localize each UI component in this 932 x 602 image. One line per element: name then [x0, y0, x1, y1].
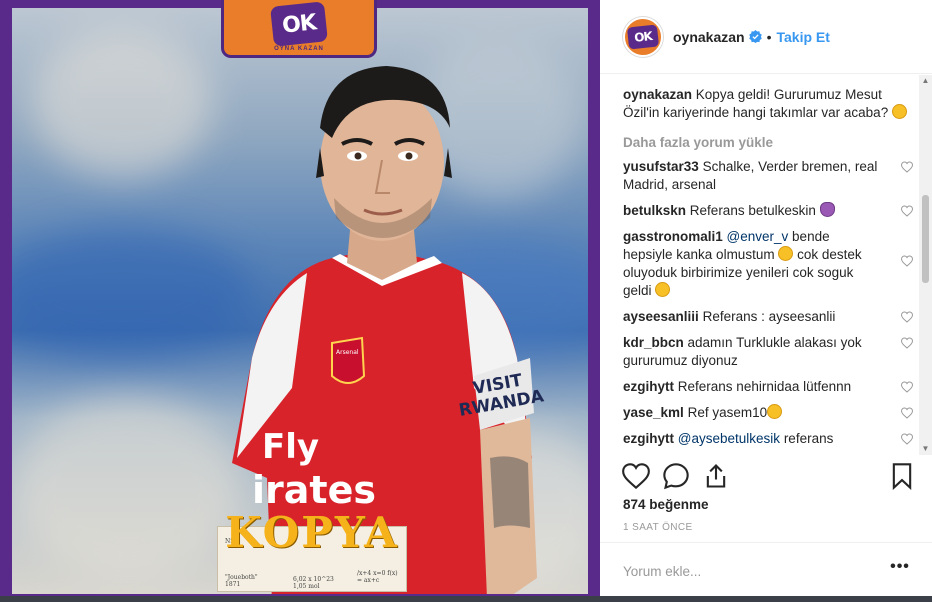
post-timestamp[interactable]: 1 saat önce: [623, 522, 693, 533]
comment-item: ayseesanliii Referans : ayseesanlii: [623, 308, 913, 326]
heart-icon[interactable]: [901, 161, 913, 173]
comment-mention[interactable]: @aysebetulkesik: [678, 431, 780, 446]
comment-item: ezgihytt @aysebetulkesik referans: [623, 430, 913, 448]
comment-item: yusufstar33 Schalke, Verder bremen, real…: [623, 158, 913, 194]
logo-mark: OK: [280, 9, 318, 38]
rofl-emoji-icon: [655, 282, 671, 297]
comment-item: gasstronomali1 @enver_v bende hepsiyle k…: [623, 228, 913, 300]
scroll-down-arrow-icon[interactable]: ▼: [919, 443, 932, 455]
scroll-up-arrow-icon[interactable]: ▲: [919, 75, 932, 87]
post-header: OK oynakazan • Takip Et: [600, 0, 932, 74]
logo-subtitle: OYNA KAZAN: [274, 45, 324, 52]
heart-icon[interactable]: [901, 311, 913, 323]
comment-username[interactable]: ezgihytt: [623, 379, 674, 394]
heart-icon[interactable]: [901, 255, 913, 267]
brand-logo: OK OYNA KAZAN: [221, 0, 377, 58]
comment-text: Referans nehirnidaa lütfennn: [677, 379, 852, 394]
more-options-button[interactable]: •••: [890, 559, 910, 578]
comment-bubble-icon[interactable]: [662, 462, 690, 490]
load-more-comments-button[interactable]: Daha fazla yorum yükle: [623, 135, 913, 150]
heart-icon[interactable]: [901, 381, 913, 393]
share-icon[interactable]: [702, 462, 730, 490]
header-username[interactable]: oynakazan: [673, 29, 745, 45]
comment-item: ezgihytt Referans nehirnidaa lütfennn: [623, 378, 913, 396]
like-heart-icon[interactable]: [622, 462, 650, 490]
svg-text:irates: irates: [252, 468, 376, 512]
post-caption: oynakazan Kopya geldi! Gururumuz Mesut Ö…: [623, 86, 913, 122]
scrollbar-thumb[interactable]: [922, 195, 929, 283]
post-actions: [622, 462, 918, 492]
comment-text: Referans betulkeskin: [689, 203, 816, 218]
heart-eyes-emoji-icon: [767, 404, 783, 419]
comment-username[interactable]: yusufstar33: [623, 159, 699, 174]
laughing-emoji-icon: [778, 246, 794, 261]
header-separator: •: [766, 28, 772, 45]
comment-item: yase_kml Ref yasem10: [623, 404, 913, 422]
avatar-logo: OK: [626, 23, 660, 50]
post-media[interactable]: VISIT RWANDA Arsenal Fly irates NSA "Jou…: [0, 0, 600, 602]
avatar[interactable]: OK: [623, 16, 663, 57]
svg-text:Arsenal: Arsenal: [336, 349, 359, 356]
comments-scrollbar[interactable]: ▲ ▼: [919, 75, 932, 455]
banner-note-right: /x+4 x=0 f(x) = ax+c: [357, 570, 398, 584]
banner-note-mid: 6,02 x 10^23 1,05 mol: [293, 576, 334, 590]
comment-username[interactable]: ezgihytt: [623, 431, 674, 446]
banner-title: KOPYA: [225, 508, 399, 557]
svg-text:Fly: Fly: [262, 427, 319, 467]
comment-text: Referans : ayseesanlii: [702, 309, 836, 324]
bookmark-icon[interactable]: [888, 462, 916, 490]
heart-icon[interactable]: [901, 433, 913, 445]
comments-list[interactable]: oynakazan Kopya geldi! Gururumuz Mesut Ö…: [623, 86, 913, 454]
heart-icon[interactable]: [901, 205, 913, 217]
kopya-banner: NSA "Joueboth" 1871 6,02 x 10^23 1,05 mo…: [197, 508, 427, 594]
logo-badge: OK: [270, 0, 328, 47]
heart-icon[interactable]: [901, 337, 913, 349]
comment-divider: [600, 542, 932, 543]
verified-badge-icon: [748, 30, 762, 43]
heart-icon[interactable]: [901, 407, 913, 419]
comment-username[interactable]: betulkskn: [623, 203, 686, 218]
comment-mention[interactable]: @enver_v: [727, 229, 789, 244]
comment-item: kdr_bbcn adamın Turklukle alakası yok gu…: [623, 334, 913, 370]
comment-username[interactable]: ayseesanliii: [623, 309, 699, 324]
banner-note-left: "Joueboth" 1871: [225, 574, 258, 588]
follow-button[interactable]: Takip Et: [777, 29, 830, 45]
post-photo[interactable]: VISIT RWANDA Arsenal Fly irates NSA "Jou…: [12, 8, 588, 594]
thinking-face-emoji-icon: [891, 104, 907, 119]
comment-text: Ref yasem10: [687, 405, 768, 420]
likes-count[interactable]: 874 beğenme: [623, 497, 709, 512]
post-side-panel: OK oynakazan • Takip Et oynakazan Kopya …: [600, 0, 932, 602]
add-comment-input[interactable]: [623, 562, 873, 580]
comment-username[interactable]: yase_kml: [623, 405, 684, 420]
comment-username[interactable]: kdr_bbcn: [623, 335, 684, 350]
comment-text: referans: [783, 431, 834, 446]
comment-item: betulkskn Referans betulkeskin: [623, 202, 913, 220]
person-emoji-icon: [819, 202, 835, 217]
caption-username[interactable]: oynakazan: [623, 87, 692, 102]
comment-username[interactable]: gasstronomali1: [623, 229, 723, 244]
background-page-strip: [0, 596, 932, 602]
